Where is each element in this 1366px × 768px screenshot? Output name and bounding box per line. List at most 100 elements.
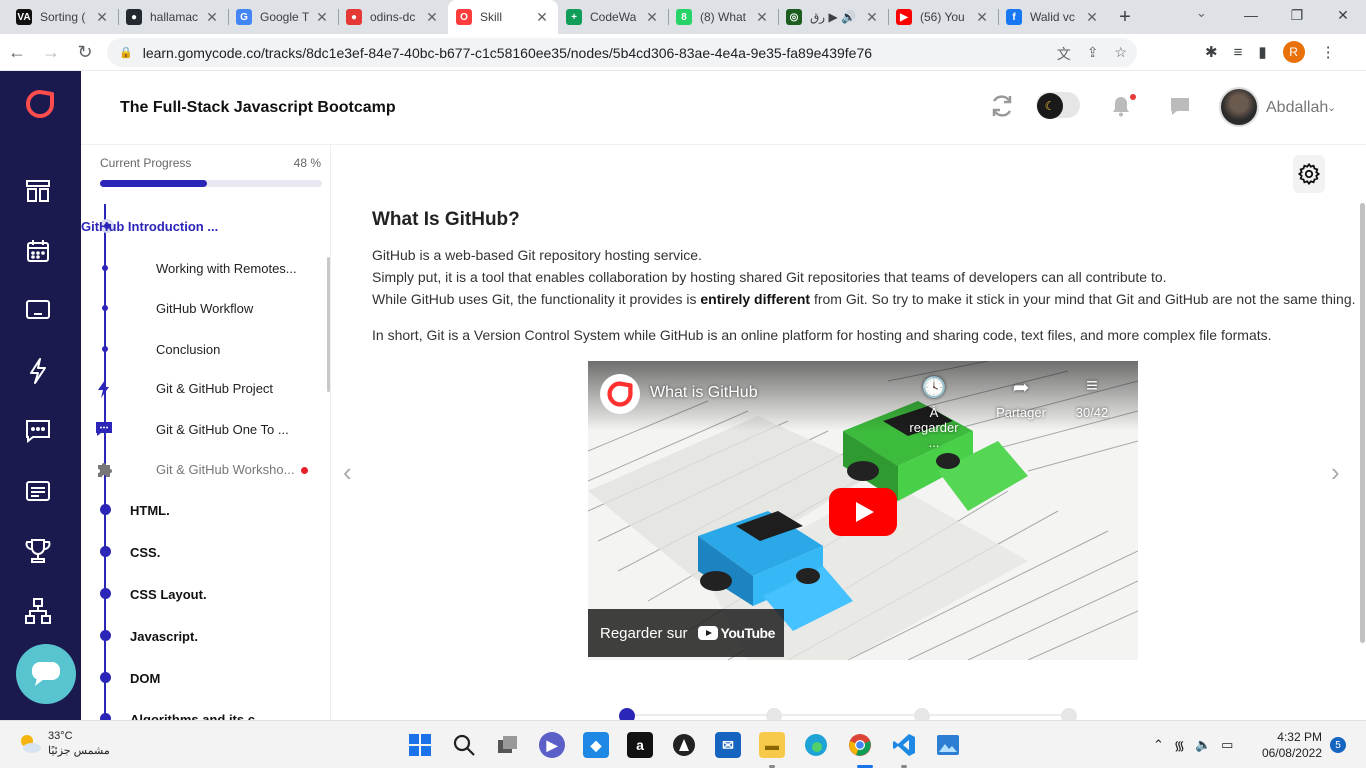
browser-tab[interactable]: f Walid vc ✕: [998, 0, 1108, 34]
browser-menu-icon[interactable]: ⋮: [1321, 43, 1336, 61]
calendar-icon[interactable]: [24, 237, 52, 265]
tab-close-icon[interactable]: ✕: [754, 9, 770, 26]
settings-button[interactable]: [1293, 155, 1325, 193]
chrome-icon[interactable]: [847, 732, 873, 758]
share-icon[interactable]: ⇪: [1087, 44, 1099, 64]
minimize-icon[interactable]: —: [1228, 0, 1274, 30]
address-bar[interactable]: 🔒 learn.gomycode.co/tracks/8dc1e3ef-84e7…: [107, 38, 1137, 67]
unread-dot: [301, 467, 308, 474]
node-dot: [100, 588, 111, 599]
tab-close-icon[interactable]: ✕: [1084, 9, 1100, 26]
browser-tab[interactable]: VA Sorting (✕: [8, 0, 118, 34]
support-chat-button[interactable]: [16, 644, 76, 704]
app-header: The Full-Stack Javascript Bootcamp ☾ Abd…: [81, 71, 1366, 145]
photos-icon[interactable]: [935, 732, 961, 758]
back-icon[interactable]: ←: [0, 38, 34, 66]
dropbox-icon[interactable]: ◆: [583, 732, 609, 758]
tab-close-icon[interactable]: ✕: [864, 9, 880, 26]
teams-chat-icon[interactable]: ▶: [539, 732, 565, 758]
document-icon[interactable]: [24, 477, 52, 505]
tab-search-icon[interactable]: ⌄: [1196, 5, 1207, 21]
notifications-bell-icon[interactable]: [1110, 95, 1132, 117]
close-window-icon[interactable]: ✕: [1320, 0, 1366, 30]
weather-widget[interactable]: 33°C مشمس جزئيًا: [18, 730, 110, 757]
hierarchy-icon[interactable]: [24, 597, 52, 625]
translate-icon[interactable]: ⽂: [1057, 44, 1071, 64]
reload-icon[interactable]: ↻: [68, 38, 102, 66]
dark-mode-toggle[interactable]: ☾: [1036, 92, 1080, 119]
username[interactable]: Abdallah: [1266, 99, 1328, 117]
playlist-button[interactable]: ≡ 30/42: [1062, 375, 1122, 420]
stepper-step-active[interactable]: [619, 708, 635, 720]
tab-close-icon[interactable]: ✕: [204, 9, 220, 26]
battery-icon[interactable]: ▭: [1221, 737, 1233, 753]
youtube-video-embed[interactable]: What is GitHub 🕓 À regarder ... ➦ Partag…: [588, 361, 1138, 660]
gomycode-logo[interactable]: [25, 89, 55, 119]
tab-favicon-icon: ●: [126, 9, 142, 25]
browser-tab[interactable]: ◎ رق ▶ 🔊 ✕: [778, 0, 888, 34]
extensions-icon[interactable]: ✱: [1205, 43, 1218, 61]
refresh-icon[interactable]: [989, 93, 1015, 119]
chevron-up-icon[interactable]: ⌃: [1153, 737, 1164, 753]
browser-tab[interactable]: ● hallamac ✕: [118, 0, 228, 34]
media-control-icon[interactable]: ≡: [1234, 44, 1243, 61]
volume-icon[interactable]: 🔈: [1195, 737, 1211, 753]
vscode-icon[interactable]: [891, 732, 917, 758]
browser-tab[interactable]: + CodeWa ✕: [558, 0, 668, 34]
play-button[interactable]: [829, 488, 897, 536]
amazon-icon[interactable]: a: [627, 732, 653, 758]
file-explorer-icon[interactable]: ▬: [759, 732, 785, 758]
stepper-step[interactable]: [1061, 708, 1077, 720]
tracks-icon[interactable]: [24, 177, 52, 205]
browser-tab[interactable]: ● odins-dc ✕: [338, 0, 448, 34]
new-tab-button[interactable]: +: [1108, 0, 1142, 34]
video-title[interactable]: What is GitHub: [650, 384, 758, 402]
watch-later-button[interactable]: 🕓 À regarder ...: [904, 375, 964, 450]
browser-tab[interactable]: ▶ (56) You ✕: [888, 0, 998, 34]
sidebar-scrollbar[interactable]: [327, 257, 330, 392]
tab-close-icon[interactable]: ✕: [314, 9, 330, 26]
side-panel-icon[interactable]: ▮: [1258, 43, 1266, 61]
trophy-icon[interactable]: [24, 537, 52, 565]
profile-avatar[interactable]: R: [1282, 41, 1305, 63]
task-view-icon[interactable]: [495, 732, 521, 758]
channel-logo[interactable]: [600, 374, 640, 414]
tab-close-icon[interactable]: ✕: [644, 9, 660, 26]
next-arrow-icon[interactable]: ›: [1331, 457, 1340, 488]
window-controls: — ❐ ✕: [1228, 0, 1366, 30]
restore-icon[interactable]: ❐: [1274, 0, 1320, 30]
chat-icon[interactable]: [24, 417, 52, 445]
stepper-step[interactable]: [914, 708, 930, 720]
watch-on-youtube-button[interactable]: Regarder sur YouTube: [588, 609, 784, 657]
lock-icon[interactable]: 🔒: [119, 46, 133, 59]
node-dot: [100, 672, 111, 683]
search-icon[interactable]: [451, 732, 477, 758]
laptop-icon[interactable]: [24, 297, 52, 325]
start-icon[interactable]: [407, 732, 433, 758]
clock[interactable]: 4:32 PM 06/08/2022: [1258, 729, 1322, 761]
paragraph-text: from Git. So try to make it stick in you…: [810, 291, 1356, 307]
edge-icon[interactable]: [803, 732, 829, 758]
browser-tab[interactable]: O Skill ✕: [448, 0, 558, 34]
app-icon[interactable]: [671, 732, 697, 758]
notification-count-badge[interactable]: 5: [1330, 737, 1346, 753]
mail-icon[interactable]: ✉: [715, 732, 741, 758]
previous-arrow-icon[interactable]: ‹: [343, 457, 352, 488]
forward-icon[interactable]: →: [34, 38, 68, 66]
chevron-down-icon[interactable]: ⌄: [1327, 101, 1336, 114]
wifi-icon[interactable]: ᯾: [1174, 736, 1185, 754]
browser-tab[interactable]: G Google T ✕: [228, 0, 338, 34]
content-scrollbar[interactable]: [1360, 203, 1365, 643]
tab-close-icon[interactable]: ✕: [534, 9, 550, 26]
messages-icon[interactable]: [1169, 96, 1191, 116]
bookmark-star-icon[interactable]: ☆: [1114, 44, 1127, 64]
tab-close-icon[interactable]: ✕: [94, 9, 110, 26]
stepper-step[interactable]: [766, 708, 782, 720]
share-button[interactable]: ➦ Partager: [991, 375, 1051, 420]
user-avatar[interactable]: [1219, 87, 1259, 127]
tab-close-icon[interactable]: ✕: [424, 9, 440, 26]
tab-close-icon[interactable]: ✕: [974, 9, 990, 26]
watch-later-label: À regarder ...: [909, 405, 959, 450]
browser-tab[interactable]: 8 (8) What ✕: [668, 0, 778, 34]
lightning-icon[interactable]: [24, 357, 52, 385]
